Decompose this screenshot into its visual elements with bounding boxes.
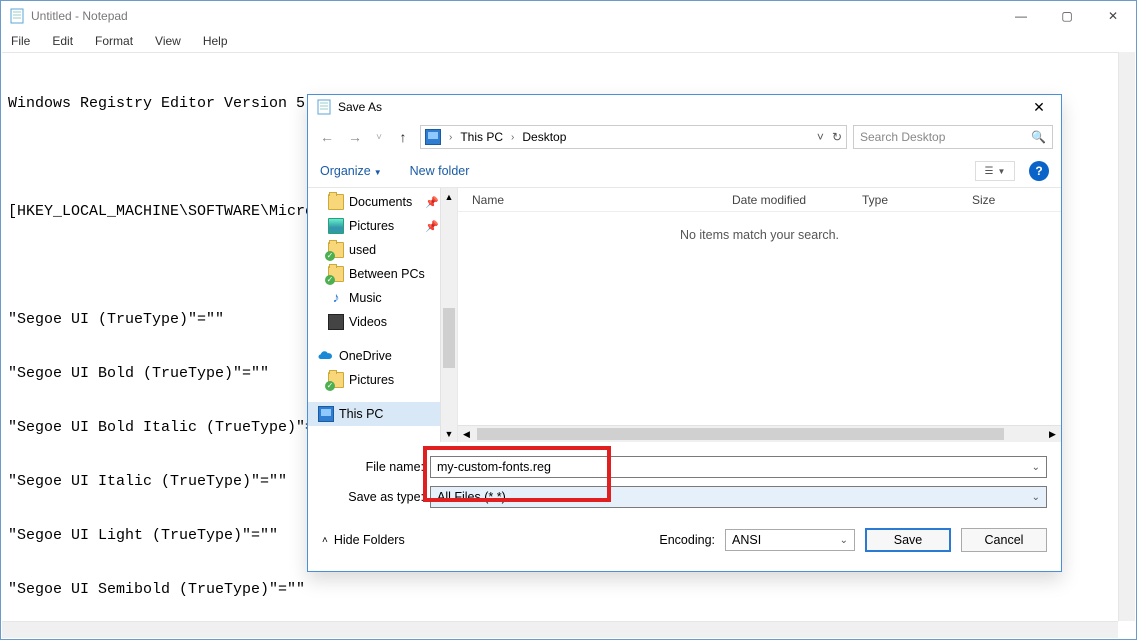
sidebar-scrollbar[interactable]: ▲ ▼ bbox=[440, 188, 457, 442]
onedrive-icon bbox=[318, 348, 334, 364]
scroll-thumb[interactable] bbox=[443, 308, 455, 368]
notepad-icon bbox=[316, 99, 332, 115]
dropdown-icon[interactable]: ⌄ bbox=[840, 535, 848, 546]
this-pc-icon bbox=[318, 406, 334, 422]
scroll-down-icon[interactable]: ▼ bbox=[441, 425, 457, 442]
empty-message: No items match your search. bbox=[458, 228, 1061, 242]
dialog-bottom-bar: ˄Hide Folders Encoding: ANSI⌄ Save Cance… bbox=[308, 516, 1061, 564]
horizontal-scrollbar[interactable] bbox=[2, 621, 1118, 638]
scroll-right-icon[interactable]: ▶ bbox=[1044, 426, 1061, 442]
column-type[interactable]: Type bbox=[848, 193, 958, 207]
menu-format[interactable]: Format bbox=[91, 34, 137, 48]
cancel-button[interactable]: Cancel bbox=[961, 528, 1047, 552]
search-placeholder: Search Desktop bbox=[860, 130, 945, 144]
dropdown-icon[interactable]: ⌄ bbox=[1032, 492, 1040, 503]
save-type-select[interactable]: All Files (*.*) ⌄ bbox=[430, 486, 1047, 508]
tree-item-onedrive[interactable]: OneDrive bbox=[308, 344, 457, 368]
address-bar[interactable]: › This PC › Desktop ˅ ↻ bbox=[420, 125, 847, 149]
close-button[interactable]: ✕ bbox=[1090, 1, 1136, 31]
videos-icon bbox=[328, 314, 344, 330]
dialog-close-button[interactable]: ✕ bbox=[1017, 95, 1061, 119]
notepad-title: Untitled - Notepad bbox=[31, 9, 128, 23]
notepad-titlebar: Untitled - Notepad — ▢ ✕ bbox=[1, 1, 1136, 31]
file-name-label: File name: bbox=[322, 460, 430, 474]
hide-folders-button[interactable]: ˄Hide Folders bbox=[322, 533, 405, 547]
chevron-right-icon: › bbox=[509, 132, 516, 143]
help-button[interactable]: ? bbox=[1029, 161, 1049, 181]
folder-sync-icon bbox=[328, 372, 344, 388]
maximize-button[interactable]: ▢ bbox=[1044, 1, 1090, 31]
scroll-left-icon[interactable]: ◀ bbox=[458, 426, 475, 442]
column-date[interactable]: Date modified bbox=[718, 193, 848, 207]
this-pc-icon bbox=[425, 129, 441, 145]
menu-view[interactable]: View bbox=[151, 34, 185, 48]
search-icon: 🔍 bbox=[1031, 130, 1046, 144]
nav-recent-button[interactable]: ˅ bbox=[372, 132, 386, 143]
folder-sync-icon bbox=[328, 266, 344, 282]
vertical-scrollbar[interactable] bbox=[1118, 52, 1135, 621]
dropdown-icon[interactable]: ⌄ bbox=[1032, 462, 1040, 473]
column-size[interactable]: Size bbox=[958, 193, 1018, 207]
nav-forward-button[interactable]: → bbox=[344, 126, 366, 148]
menu-help[interactable]: Help bbox=[199, 34, 232, 48]
tree-item-pictures[interactable]: Pictures📌 bbox=[308, 214, 457, 238]
window-controls: — ▢ ✕ bbox=[998, 1, 1136, 31]
file-list[interactable]: Name Date modified Type Size No items ma… bbox=[458, 188, 1061, 442]
pin-icon: 📌 bbox=[425, 220, 439, 233]
search-input[interactable]: Search Desktop 🔍 bbox=[853, 125, 1053, 149]
dialog-nav-row: ← → ˅ ↑ › This PC › Desktop ˅ ↻ Search D… bbox=[308, 119, 1061, 155]
pictures-icon bbox=[328, 218, 344, 234]
file-name-row: File name: my-custom-fonts.reg ⌄ bbox=[322, 452, 1047, 482]
tree-item-music[interactable]: ♪Music bbox=[308, 286, 457, 310]
tree-item-used[interactable]: used bbox=[308, 238, 457, 262]
tree-item-between-pcs[interactable]: Between PCs bbox=[308, 262, 457, 286]
dialog-title: Save As bbox=[338, 100, 382, 114]
editor-line: "Segoe UI Semibold (TrueType)"="" bbox=[8, 581, 1129, 599]
view-options-button[interactable]: ☰ ▼ bbox=[975, 161, 1015, 181]
folder-icon bbox=[328, 194, 344, 210]
file-name-input[interactable]: my-custom-fonts.reg ⌄ bbox=[430, 456, 1047, 478]
column-name[interactable]: Name bbox=[458, 193, 718, 207]
pin-icon: 📌 bbox=[425, 196, 439, 209]
chevron-right-icon: › bbox=[447, 132, 454, 143]
save-fields: File name: my-custom-fonts.reg ⌄ Save as… bbox=[308, 442, 1061, 516]
minimize-button[interactable]: — bbox=[998, 1, 1044, 31]
menu-edit[interactable]: Edit bbox=[48, 34, 77, 48]
dialog-toolbar: Organize▼ New folder ☰ ▼ ? bbox=[308, 155, 1061, 188]
tree-item-videos[interactable]: Videos bbox=[308, 310, 457, 334]
column-headers: Name Date modified Type Size bbox=[458, 188, 1061, 212]
scroll-up-icon[interactable]: ▲ bbox=[441, 188, 457, 205]
save-type-label: Save as type: bbox=[322, 490, 430, 504]
list-horizontal-scrollbar[interactable]: ◀ ▶ bbox=[458, 425, 1061, 442]
chevron-up-icon: ˄ bbox=[322, 535, 328, 546]
new-folder-button[interactable]: New folder bbox=[410, 164, 470, 178]
tree-item-this-pc[interactable]: This PC bbox=[308, 402, 457, 426]
music-icon: ♪ bbox=[328, 290, 344, 306]
save-type-row: Save as type: All Files (*.*) ⌄ bbox=[322, 482, 1047, 512]
tree-item-pictures-od[interactable]: Pictures bbox=[308, 368, 457, 392]
notepad-icon bbox=[9, 8, 25, 24]
breadcrumb-desktop[interactable]: Desktop bbox=[522, 130, 566, 144]
encoding-label: Encoding: bbox=[659, 533, 715, 547]
save-as-dialog: Save As ✕ ← → ˅ ↑ › This PC › Desktop ˅ … bbox=[307, 94, 1062, 572]
folder-tree: Documents📌 Pictures📌 used Between PCs ♪M… bbox=[308, 188, 458, 442]
menu-file[interactable]: File bbox=[7, 34, 34, 48]
save-button[interactable]: Save bbox=[865, 528, 951, 552]
dialog-body: Documents📌 Pictures📌 used Between PCs ♪M… bbox=[308, 188, 1061, 442]
nav-back-button[interactable]: ← bbox=[316, 126, 338, 148]
breadcrumb-this-pc[interactable]: This PC bbox=[460, 130, 503, 144]
refresh-icon[interactable]: ↻ bbox=[832, 130, 842, 144]
dialog-titlebar: Save As ✕ bbox=[308, 95, 1061, 119]
folder-sync-icon bbox=[328, 242, 344, 258]
address-dropdown-icon[interactable]: ˅ bbox=[817, 130, 824, 144]
organize-button[interactable]: Organize▼ bbox=[320, 164, 382, 178]
nav-up-button[interactable]: ↑ bbox=[392, 126, 414, 148]
tree-item-documents[interactable]: Documents📌 bbox=[308, 190, 457, 214]
scroll-thumb[interactable] bbox=[477, 428, 1004, 440]
encoding-select[interactable]: ANSI⌄ bbox=[725, 529, 855, 551]
notepad-menubar: File Edit Format View Help bbox=[1, 31, 1136, 51]
